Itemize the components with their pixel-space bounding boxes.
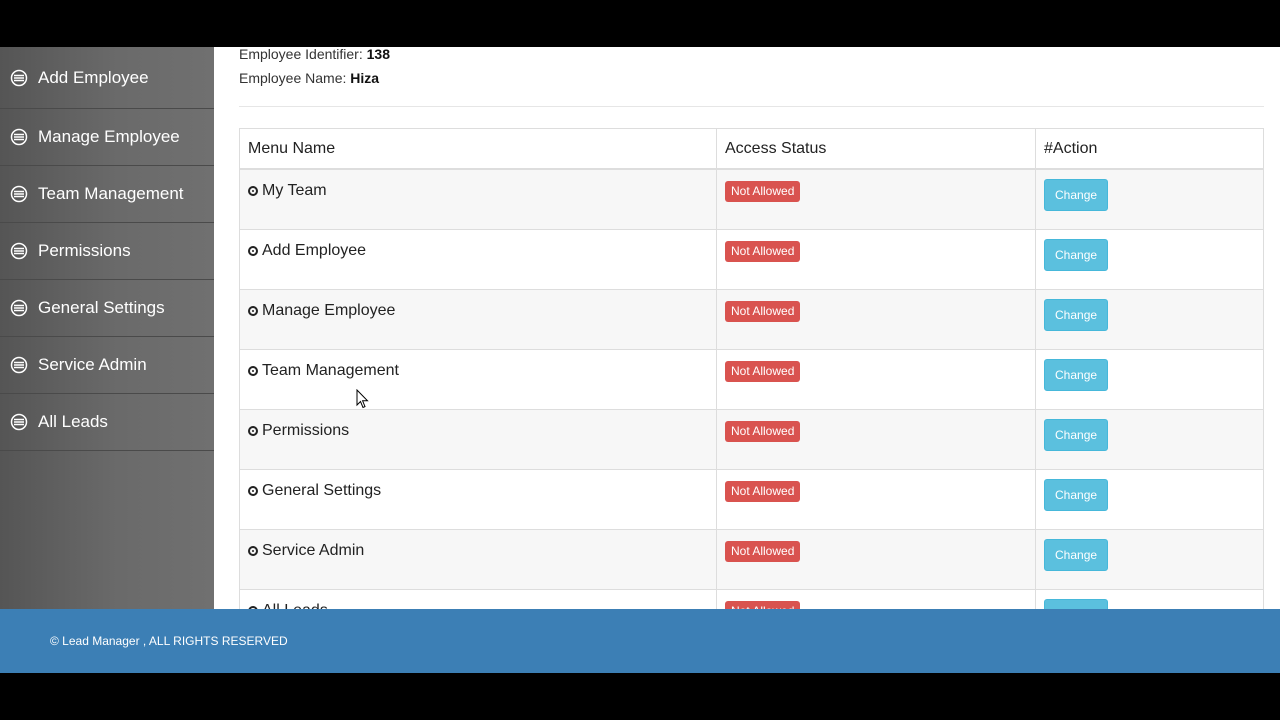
table-row: My Team Not Allowed Change xyxy=(239,168,1264,230)
divider xyxy=(239,106,1264,107)
action-cell: Change xyxy=(1035,469,1264,530)
menu-lines-icon xyxy=(10,413,28,431)
status-badge: Not Allowed xyxy=(725,541,801,562)
menu-name-cell: Team Management xyxy=(239,349,717,410)
circle-dot-icon xyxy=(248,426,258,436)
sidebar-item-service-admin[interactable]: Service Admin xyxy=(0,337,214,394)
change-button[interactable]: Change xyxy=(1044,539,1109,571)
menu-name-cell: Manage Employee xyxy=(239,289,717,350)
sidebar-item-general-settings[interactable]: General Settings xyxy=(0,280,214,337)
sidebar-item-add-employee[interactable]: Add Employee xyxy=(0,47,214,109)
menu-lines-icon xyxy=(10,356,28,374)
menu-name-cell: Service Admin xyxy=(239,529,717,590)
status-badge: Not Allowed xyxy=(725,301,801,322)
header-action: #Action xyxy=(1035,128,1264,170)
app-window: Add Employee Manage Employee Team Manage… xyxy=(0,47,1280,673)
circle-dot-icon xyxy=(248,306,258,316)
table-row: Service Admin Not Allowed Change xyxy=(239,529,1264,590)
status-badge: Not Allowed xyxy=(725,361,801,382)
circle-dot-icon xyxy=(248,486,258,496)
sidebar-item-permissions[interactable]: Permissions xyxy=(0,223,214,280)
menu-lines-icon xyxy=(10,128,28,146)
action-cell: Change xyxy=(1035,349,1264,410)
sidebar-item-all-leads[interactable]: All Leads xyxy=(0,394,214,451)
menu-lines-icon xyxy=(10,69,28,87)
table-row: Team Management Not Allowed Change xyxy=(239,349,1264,410)
table-row: Manage Employee Not Allowed Change xyxy=(239,289,1264,350)
sidebar-item-label: Permissions xyxy=(38,241,131,260)
menu-name-cell: General Settings xyxy=(239,469,717,530)
change-button[interactable]: Change xyxy=(1044,479,1109,511)
sidebar: Add Employee Manage Employee Team Manage… xyxy=(0,47,214,609)
table-header-row: Menu Name Access Status #Action xyxy=(239,128,1264,170)
permissions-table: Menu Name Access Status #Action My Team … xyxy=(239,128,1264,650)
access-status-cell: Not Allowed xyxy=(716,529,1036,590)
sidebar-item-label: Add Employee xyxy=(38,67,149,87)
sidebar-item-label: Manage Employee xyxy=(38,127,180,146)
sidebar-item-team-management[interactable]: Team Management xyxy=(0,166,214,223)
menu-lines-icon xyxy=(10,242,28,260)
access-status-cell: Not Allowed xyxy=(716,289,1036,350)
circle-dot-icon xyxy=(248,366,258,376)
menu-name-cell: My Team xyxy=(239,168,717,230)
sidebar-item-label: Service Admin xyxy=(38,355,147,374)
action-cell: Change xyxy=(1035,529,1264,590)
menu-lines-icon xyxy=(10,185,28,203)
sidebar-item-label: All Leads xyxy=(38,412,108,431)
change-button[interactable]: Change xyxy=(1044,359,1109,391)
menu-lines-icon xyxy=(10,299,28,317)
table-row: Permissions Not Allowed Change xyxy=(239,409,1264,470)
table-row: Add Employee Not Allowed Change xyxy=(239,229,1264,290)
employee-identifier-value: 138 xyxy=(366,47,390,62)
sidebar-item-label: General Settings xyxy=(38,298,165,317)
header-menu-name: Menu Name xyxy=(239,128,717,170)
change-button[interactable]: Change xyxy=(1044,239,1109,271)
header-access-status: Access Status xyxy=(716,128,1036,170)
main-content: Employee Identifier: 138 Employee Name: … xyxy=(239,47,1264,650)
employee-identifier: Employee Identifier: 138 xyxy=(239,47,390,62)
access-status-cell: Not Allowed xyxy=(716,349,1036,410)
status-badge: Not Allowed xyxy=(725,181,801,202)
circle-dot-icon xyxy=(248,246,258,256)
access-status-cell: Not Allowed xyxy=(716,469,1036,530)
sidebar-item-label: Team Management xyxy=(38,184,184,203)
change-button[interactable]: Change xyxy=(1044,179,1109,211)
change-button[interactable]: Change xyxy=(1044,299,1109,331)
access-status-cell: Not Allowed xyxy=(716,409,1036,470)
footer-copyright: © Lead Manager , ALL RIGHTS RESERVED xyxy=(50,634,288,648)
menu-name-cell: Permissions xyxy=(239,409,717,470)
footer: © Lead Manager , ALL RIGHTS RESERVED xyxy=(0,609,1280,673)
status-badge: Not Allowed xyxy=(725,241,801,262)
action-cell: Change xyxy=(1035,229,1264,290)
employee-name: Employee Name: Hiza xyxy=(239,70,380,86)
status-badge: Not Allowed xyxy=(725,421,801,442)
menu-name-cell: Add Employee xyxy=(239,229,717,290)
mouse-cursor-icon xyxy=(356,389,369,409)
action-cell: Change xyxy=(1035,289,1264,350)
change-button[interactable]: Change xyxy=(1044,419,1109,451)
circle-dot-icon xyxy=(248,186,258,196)
sidebar-item-manage-employee[interactable]: Manage Employee xyxy=(0,109,214,166)
circle-dot-icon xyxy=(248,546,258,556)
access-status-cell: Not Allowed xyxy=(716,168,1036,230)
action-cell: Change xyxy=(1035,168,1264,230)
action-cell: Change xyxy=(1035,409,1264,470)
access-status-cell: Not Allowed xyxy=(716,229,1036,290)
table-row: General Settings Not Allowed Change xyxy=(239,469,1264,530)
employee-name-value: Hiza xyxy=(350,70,380,86)
status-badge: Not Allowed xyxy=(725,481,801,502)
